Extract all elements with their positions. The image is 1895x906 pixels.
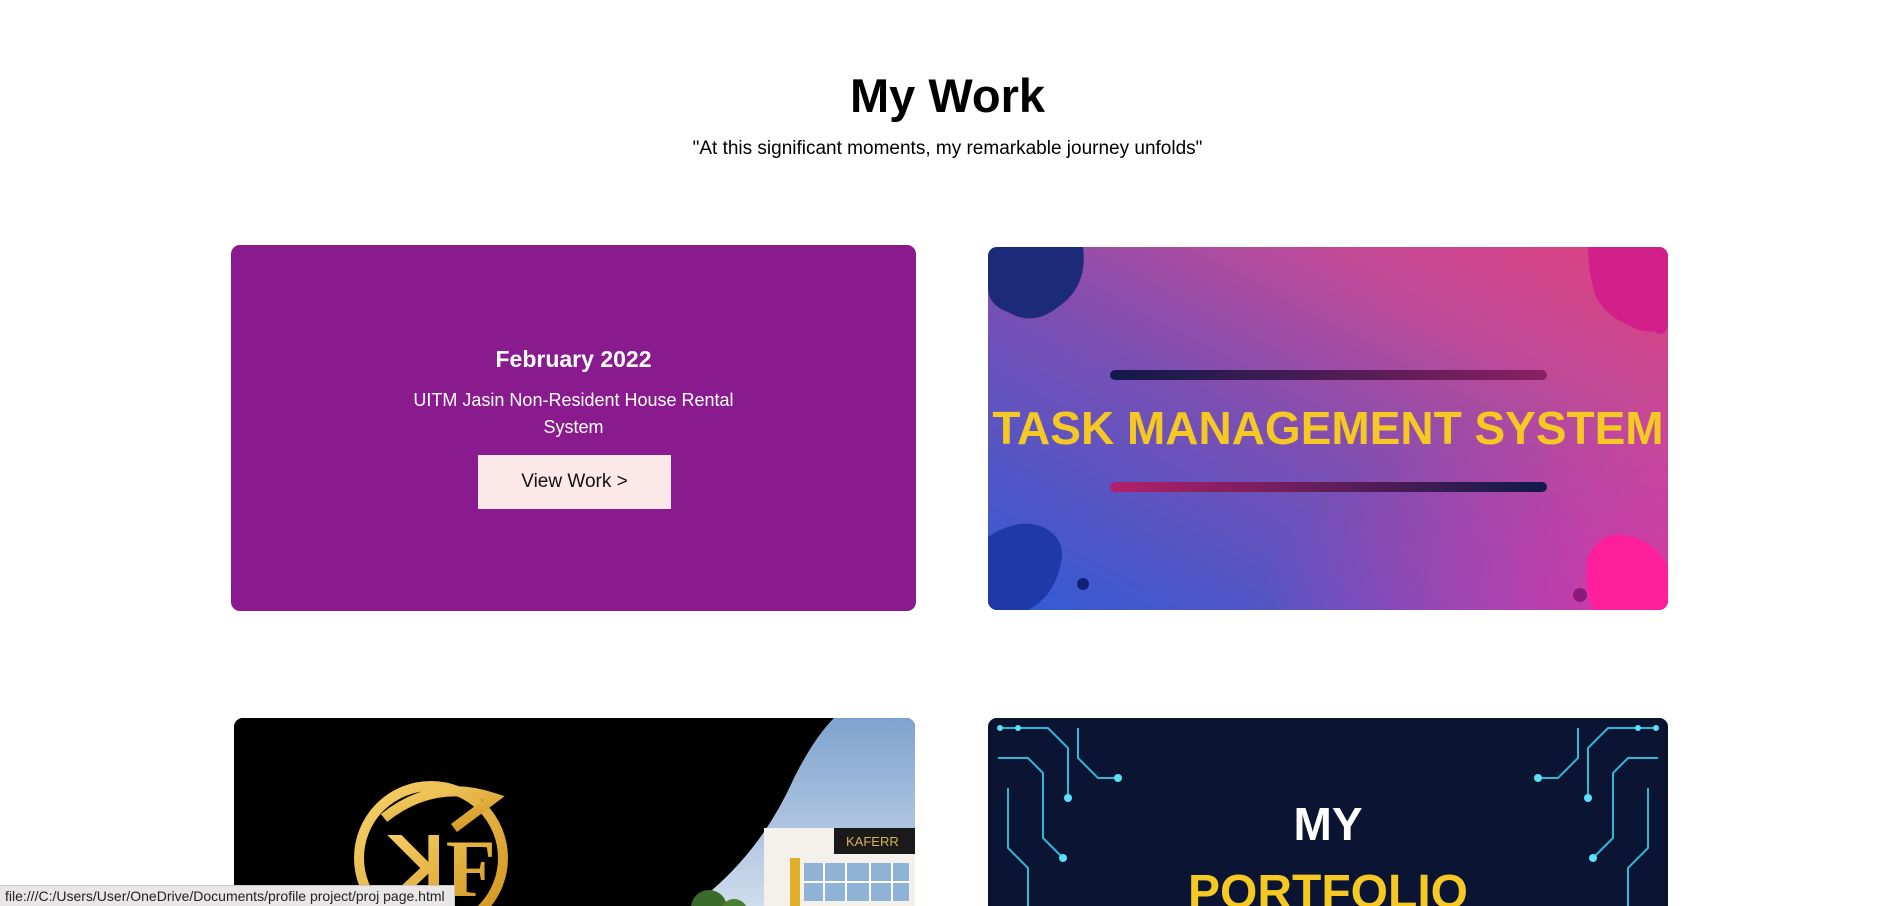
portfolio-image: MY PORTFOLIO xyxy=(988,718,1668,906)
page: My Work "At this significant moments, my… xyxy=(0,0,1895,906)
work-card-description: UITM Jasin Non-Resident House Rental Sys… xyxy=(413,390,734,437)
view-work-button[interactable]: View Work > xyxy=(478,455,671,509)
work-card-date: February 2022 xyxy=(495,346,652,372)
portfolio-text-line1: MY xyxy=(1294,798,1363,850)
task-management-banner-image: TASK MANAGEMENT SYSTEM xyxy=(988,247,1668,610)
section-title: My Work xyxy=(850,69,1045,122)
portfolio-text-line2: PORTFOLIO xyxy=(1188,866,1468,906)
task-management-banner-text: TASK MANAGEMENT SYSTEM xyxy=(992,402,1663,454)
work-card-kaferr[interactable]: KAFERR ꓘF xyxy=(234,718,915,906)
kaferr-image: KAFERR ꓘF xyxy=(234,718,915,906)
section-subtitle: "At this significant moments, my remarka… xyxy=(692,138,1203,159)
kaferr-sign-text: KAFERR xyxy=(846,834,899,849)
work-card-portfolio[interactable]: MY PORTFOLIO xyxy=(988,718,1668,906)
browser-status-bar: file:///C:/Users/User/OneDrive/Documents… xyxy=(0,885,455,906)
work-card-rental-system[interactable]: February 2022 UITM Jasin Non-Resident Ho… xyxy=(231,245,916,611)
work-card-task-management[interactable]: TASK MANAGEMENT SYSTEM xyxy=(988,247,1668,610)
